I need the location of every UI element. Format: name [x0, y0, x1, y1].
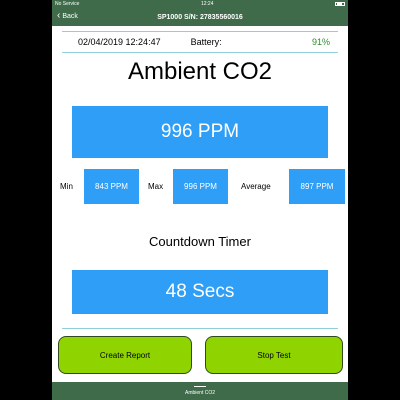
max-label: Max — [148, 182, 164, 191]
nav-title: SP1000 S/N: 27835560016 — [157, 13, 243, 21]
min-label: Min — [60, 182, 73, 191]
nav-bar: ‹ Back SP1000 S/N: 27835560016 — [52, 8, 348, 26]
stop-test-button[interactable]: Stop Test — [205, 336, 343, 374]
battery-icon — [335, 2, 345, 6]
clock-text: 12:24 — [200, 1, 214, 7]
stats-row: Min 843 PPM Max 996 PPM Average 897 PPM — [52, 169, 348, 204]
back-button[interactable]: ‹ Back — [57, 11, 78, 21]
max-value-box: 996 PPM — [173, 169, 228, 204]
average-value-box: 897 PPM — [289, 169, 345, 204]
countdown-display: 48 Secs — [72, 270, 328, 314]
status-icons — [335, 2, 345, 6]
create-report-button[interactable]: Create Report — [58, 336, 192, 374]
back-label: Back — [62, 12, 78, 20]
chevron-left-icon: ‹ — [57, 10, 61, 21]
min-value-box: 843 PPM — [84, 169, 139, 204]
carrier-text: No Service — [55, 1, 80, 7]
tab-bar: Ambient CO2 — [52, 382, 348, 400]
divider — [62, 328, 338, 329]
status-bar: No Service 12:24 — [52, 0, 348, 8]
countdown-title: Countdown Timer — [149, 234, 251, 249]
app-screen: No Service 12:24 ‹ Back SP1000 S/N: 2783… — [52, 0, 348, 400]
page-title: Ambient CO2 — [127, 58, 273, 85]
tab-indicator — [194, 386, 206, 387]
average-label: Average — [241, 182, 271, 191]
tab-ambient-co2[interactable]: Ambient CO2 — [52, 390, 348, 396]
info-row: 02/04/2019 12:24:47 Battery: 91% — [62, 31, 338, 53]
ppm-display: 996 PPM — [72, 106, 328, 158]
battery-label: Battery: — [190, 37, 222, 47]
datetime-text: 02/04/2019 12:24:47 — [78, 37, 161, 47]
battery-value: 91% — [311, 37, 330, 47]
